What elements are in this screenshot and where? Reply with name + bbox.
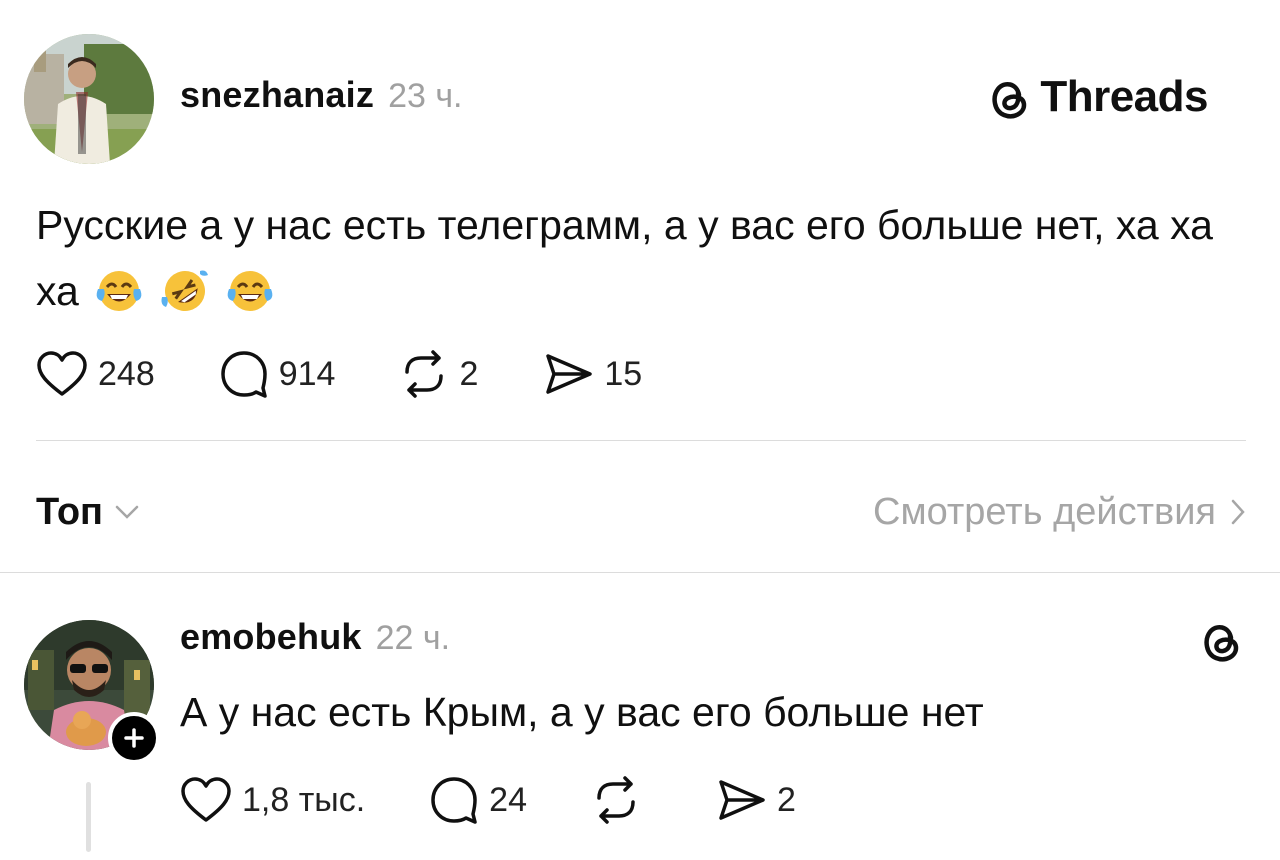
send-icon (546, 354, 593, 394)
follow-button[interactable] (108, 712, 160, 764)
comment-count: 914 (278, 354, 336, 393)
reply-comment-count: 24 (489, 780, 527, 819)
author-username[interactable]: snezhanaiz (180, 74, 374, 116)
post-timestamp: 23 ч. (388, 77, 463, 115)
reply-like-button[interactable]: 1,8 тыс. (180, 776, 365, 824)
face-with-tears-of-joy-icon (225, 266, 275, 332)
comment-icon (220, 351, 267, 398)
threads-logo-icon (1204, 624, 1239, 662)
plus-icon (124, 728, 144, 748)
replies-sort-row: Топ Смотреть действия (36, 482, 1246, 542)
share-count: 15 (604, 354, 643, 393)
threads-post-screen: snezhanaiz 23 ч. Threads Русские а у нас… (0, 0, 1280, 860)
reply-like-count: 1,8 тыс. (242, 780, 366, 819)
threads-logo-icon (992, 81, 1027, 119)
chevron-right-icon (1231, 499, 1245, 525)
send-icon (719, 780, 765, 820)
comment-icon (431, 777, 477, 824)
reply-actions: 1,8 тыс. 24 2 (180, 776, 860, 824)
heart-icon (181, 777, 231, 822)
post-header: snezhanaiz 23 ч. (180, 74, 463, 122)
thread-connector-line (86, 782, 91, 852)
share-button[interactable]: 15 (542, 350, 642, 398)
heart-icon (37, 351, 87, 396)
reply-username[interactable]: emobehuk (180, 616, 362, 658)
comment-button[interactable]: 914 (219, 350, 336, 398)
repost-icon (597, 776, 635, 824)
section-divider (0, 572, 1280, 573)
chevron-down-icon (115, 505, 139, 519)
sort-label: Топ (36, 490, 103, 533)
reply-repost-button[interactable] (591, 776, 651, 824)
post-text-content: Русские а у нас есть телеграмм, а у вас … (36, 202, 1213, 314)
sort-dropdown[interactable]: Топ (36, 491, 139, 534)
repost-icon (405, 350, 444, 398)
repost-button[interactable]: 2 (399, 350, 478, 398)
reply-share-count: 2 (777, 780, 796, 819)
post-divider (36, 440, 1246, 441)
reply-threads-icon (1200, 616, 1242, 669)
reply-share-button[interactable]: 2 (715, 776, 796, 824)
threads-brand: Threads (988, 72, 1208, 122)
post-actions: 248 914 2 15 (36, 350, 706, 398)
like-count: 248 (98, 354, 155, 393)
threads-wordmark: Threads (1040, 72, 1208, 121)
repost-count: 2 (459, 354, 479, 393)
post-text: Русские а у нас есть телеграмм, а у вас … (36, 192, 1256, 332)
author-avatar[interactable] (24, 34, 154, 164)
reply-timestamp: 22 ч. (375, 619, 451, 657)
reply-text: А у нас есть Крым, а у вас его больше не… (180, 689, 984, 735)
rolling-on-floor-laughing-icon (160, 266, 210, 332)
view-activity-link[interactable]: Смотреть действия (873, 491, 1246, 534)
face-with-tears-of-joy-icon (94, 266, 144, 332)
like-button[interactable]: 248 (36, 350, 155, 398)
reply-header: emobehuk 22 ч. (180, 616, 450, 664)
reply-comment-button[interactable]: 24 (429, 776, 527, 824)
view-activity-label: Смотреть действия (873, 490, 1216, 533)
